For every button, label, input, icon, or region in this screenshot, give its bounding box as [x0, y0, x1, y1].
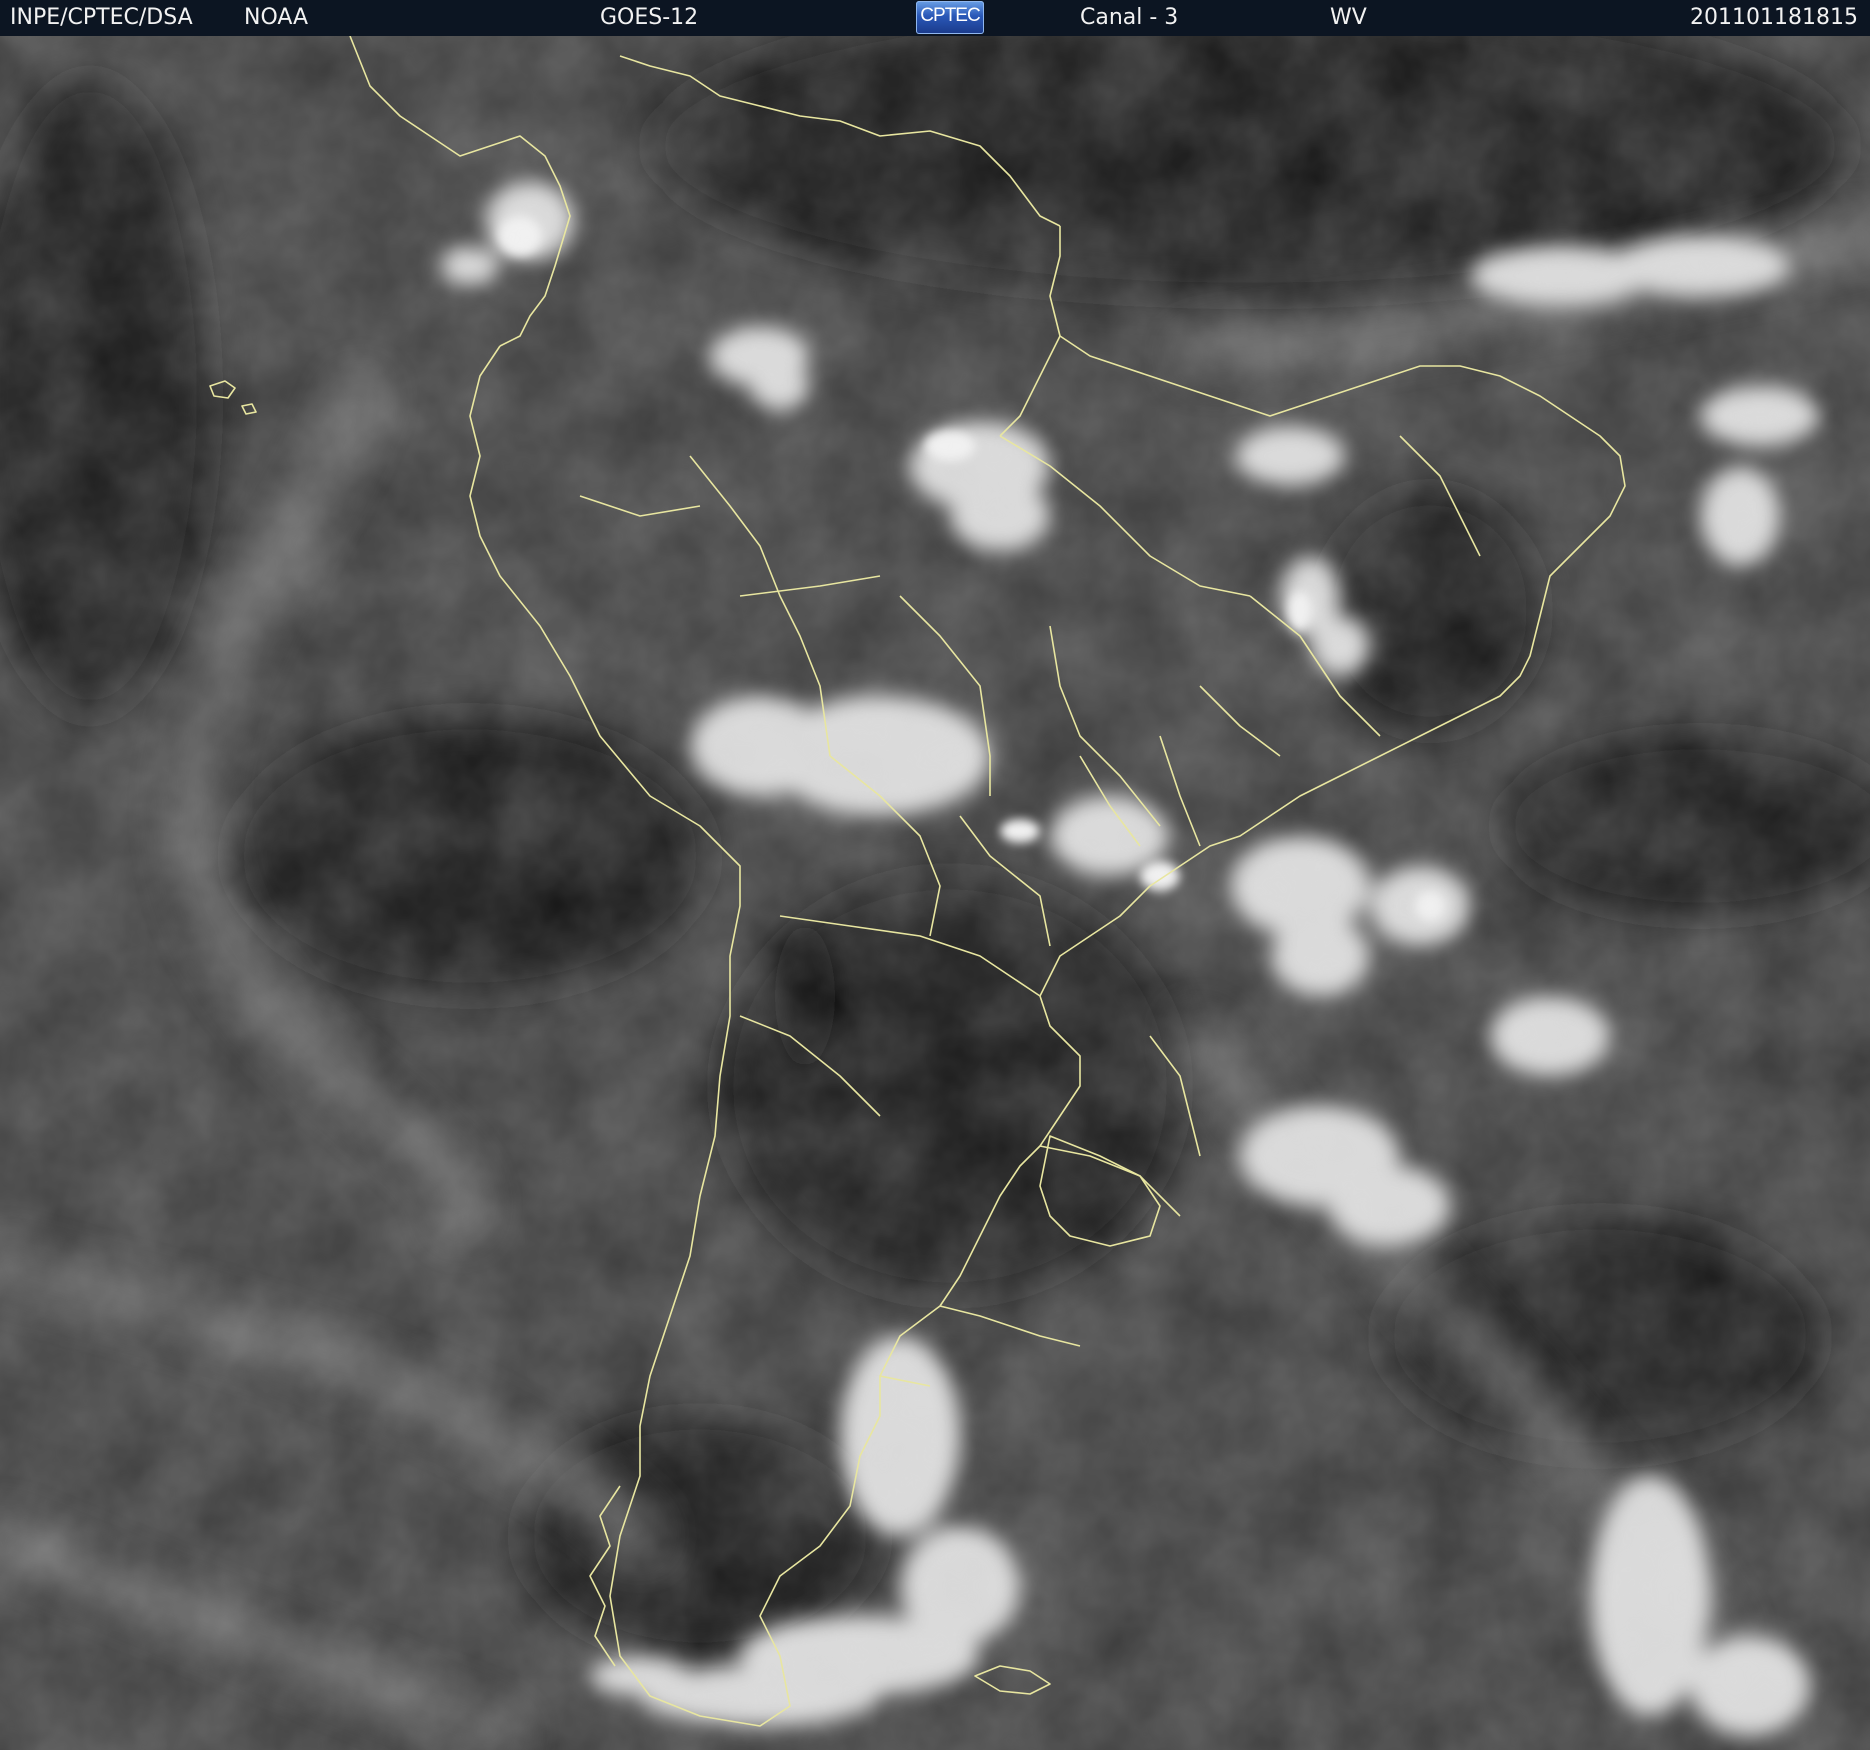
satellite-label: GOES-12 [600, 5, 699, 30]
channel-label: Canal - 3 [1080, 5, 1179, 30]
provider-label: NOAA [244, 5, 309, 30]
image-header-bar: INPE/CPTEC/DSA NOAA GOES-12 CPTEC Canal … [0, 0, 1870, 36]
satellite-image [0, 36, 1870, 1750]
agency-label: INPE/CPTEC/DSA [10, 5, 193, 30]
cptec-logo-text: CPTEC [920, 5, 980, 26]
cptec-logo: CPTEC [916, 1, 984, 34]
imagery-texture [0, 36, 1870, 1750]
timestamp-label: 201101181815 [1690, 5, 1858, 30]
water-vapor-imagery [0, 36, 1870, 1750]
band-label: WV [1330, 5, 1367, 30]
